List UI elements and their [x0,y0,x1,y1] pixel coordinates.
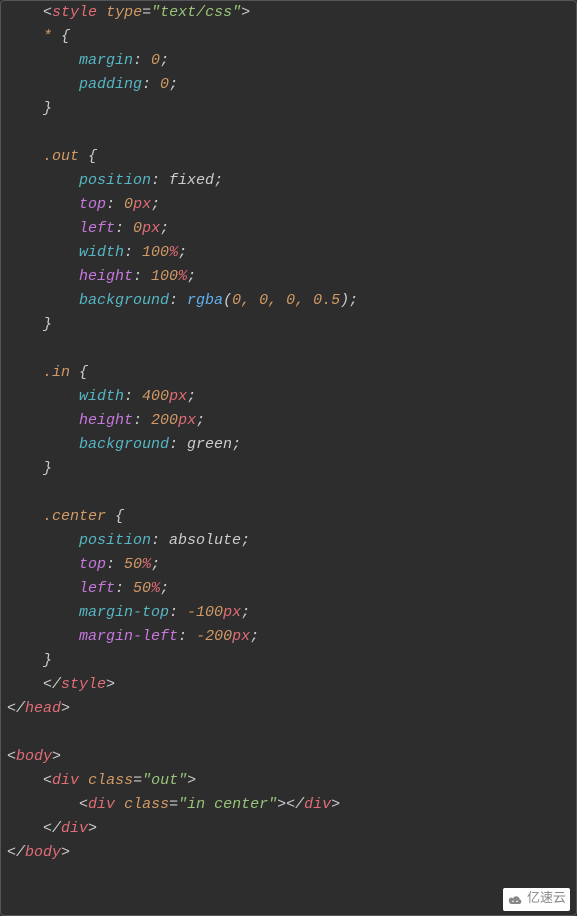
code-editor-view: <style type="text/css"> * { margin: 0; p… [0,0,577,916]
tag-style: style [52,4,97,21]
watermark-badge: 亿速云 [503,888,570,911]
code-block: <style type="text/css"> * { margin: 0; p… [7,1,576,865]
cloud-icon [507,894,523,906]
watermark-text: 亿速云 [527,889,566,910]
